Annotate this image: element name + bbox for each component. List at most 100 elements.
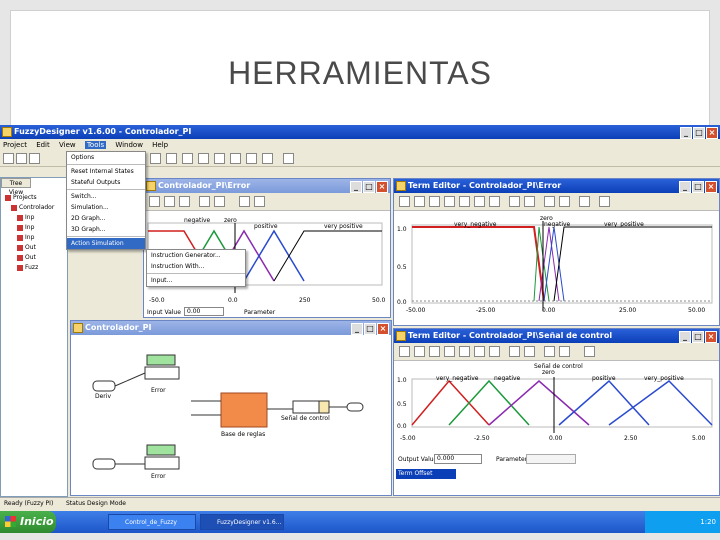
menu-item-simulation[interactable]: Simulation... bbox=[67, 202, 145, 213]
tool-icon[interactable] bbox=[199, 196, 210, 207]
editor3-titlebar[interactable]: Term Editor - Controlador_PI\Señal de co… bbox=[394, 329, 719, 343]
close-button[interactable]: × bbox=[706, 127, 718, 139]
tree-item[interactable]: Controlador bbox=[11, 204, 54, 211]
menu-window[interactable]: Window bbox=[115, 141, 143, 149]
tool-icon[interactable] bbox=[164, 196, 175, 207]
editor1-titlebar[interactable]: Controlador_PI\Error _ □ × bbox=[144, 179, 390, 193]
tool-icon[interactable] bbox=[414, 346, 425, 357]
menu-item-switch[interactable]: Switch... bbox=[67, 191, 145, 202]
tool-icon[interactable] bbox=[559, 196, 570, 207]
x-tick: 0.00 bbox=[549, 435, 563, 442]
term-offset-tab[interactable]: Term Offset bbox=[396, 469, 456, 479]
menu-edit[interactable]: Edit bbox=[36, 141, 50, 149]
tool-icon[interactable] bbox=[459, 196, 470, 207]
help-icon[interactable] bbox=[584, 346, 595, 357]
clock: 1:20 bbox=[700, 518, 716, 526]
tree-item[interactable]: Fuzz bbox=[17, 264, 38, 271]
tool-icon[interactable] bbox=[246, 153, 257, 164]
tool-icon[interactable] bbox=[509, 346, 520, 357]
menu-item-stateful[interactable]: Stateful Outputs bbox=[67, 177, 145, 188]
tool-icon[interactable] bbox=[474, 346, 485, 357]
tool-icon[interactable] bbox=[444, 346, 455, 357]
help-icon[interactable] bbox=[283, 153, 294, 164]
tool-icon[interactable] bbox=[524, 346, 535, 357]
tree-item[interactable]: Projects bbox=[5, 194, 37, 201]
term-label: positive bbox=[592, 375, 616, 382]
tool-icon[interactable] bbox=[198, 153, 209, 164]
block-label: Señal de control bbox=[281, 415, 330, 422]
slide-title: HERRAMIENTAS bbox=[228, 55, 492, 91]
taskbar-item-active[interactable]: FuzzyDesigner v1.6... bbox=[200, 514, 284, 530]
tool-icon[interactable] bbox=[254, 196, 265, 207]
taskbar-item[interactable]: Control_de_Fuzzy bbox=[108, 514, 196, 530]
tree-item[interactable]: Out bbox=[17, 244, 36, 251]
menu-tools[interactable]: Tools bbox=[84, 141, 107, 149]
tool-icon[interactable] bbox=[214, 153, 225, 164]
tool-icon[interactable] bbox=[399, 196, 410, 207]
app-titlebar[interactable]: FuzzyDesigner v1.6.00 - Controlador_PI _… bbox=[0, 125, 720, 139]
submenu-item[interactable]: Instruction Generator... bbox=[147, 250, 245, 261]
tool-icon[interactable] bbox=[182, 153, 193, 164]
tool-icon[interactable] bbox=[149, 196, 160, 207]
tool-icon[interactable] bbox=[230, 153, 241, 164]
diagram-window: Controlador_PI _ □ × Error Deriv Error Bas… bbox=[70, 320, 392, 496]
menu-help[interactable]: Help bbox=[152, 141, 168, 149]
tool-icon[interactable] bbox=[559, 346, 570, 357]
tool-icon[interactable] bbox=[544, 346, 555, 357]
tool-icon[interactable] bbox=[239, 196, 250, 207]
tool-icon[interactable] bbox=[262, 153, 273, 164]
tool-icon[interactable] bbox=[459, 346, 470, 357]
tool-icon[interactable] bbox=[179, 196, 190, 207]
menu-item-action-simulation[interactable]: Action Simulation bbox=[67, 238, 145, 249]
output-value-field[interactable]: 0.000 bbox=[434, 454, 482, 464]
parameter-field[interactable] bbox=[526, 454, 576, 464]
save-icon[interactable] bbox=[29, 153, 40, 164]
tree-item[interactable]: Out bbox=[17, 254, 36, 261]
submenu-item[interactable]: Input... bbox=[147, 275, 245, 286]
term-editor-error-small: Controlador_PI\Error _ □ × negative zero p… bbox=[143, 178, 391, 318]
tree-item[interactable]: Inp bbox=[17, 224, 34, 231]
editor2-titlebar[interactable]: Term Editor - Controlador_PI\Error _ □ × bbox=[394, 179, 719, 193]
menu-item-options[interactable]: Options bbox=[67, 152, 145, 163]
tool-icon[interactable] bbox=[444, 196, 455, 207]
tree-item[interactable]: Inp bbox=[17, 214, 34, 221]
menu-item-2d-graph[interactable]: 2D Graph... bbox=[67, 213, 145, 224]
diagram-canvas bbox=[92, 354, 364, 470]
menu-item-reset[interactable]: Reset Internal States bbox=[67, 166, 145, 177]
tool-icon[interactable] bbox=[489, 196, 500, 207]
tool-icon[interactable] bbox=[414, 196, 425, 207]
tool-icon[interactable] bbox=[579, 196, 590, 207]
tree-item[interactable]: Inp bbox=[17, 234, 34, 241]
tool-icon[interactable] bbox=[214, 196, 225, 207]
help-icon[interactable] bbox=[599, 196, 610, 207]
tool-icon[interactable] bbox=[399, 346, 410, 357]
diagram-titlebar[interactable]: Controlador_PI _ □ × bbox=[71, 321, 391, 335]
minimize-button[interactable]: _ bbox=[680, 127, 692, 139]
menu-item-3d-graph[interactable]: 3D Graph... bbox=[67, 224, 145, 235]
input-value-field[interactable]: 0.00 bbox=[184, 307, 224, 316]
editor2-toolbar bbox=[394, 193, 719, 211]
open-icon[interactable] bbox=[16, 153, 27, 164]
tool-icon[interactable] bbox=[429, 196, 440, 207]
x-tick: -2.50 bbox=[474, 435, 490, 442]
tool-icon[interactable] bbox=[489, 346, 500, 357]
tab-tree-view[interactable]: Tree View bbox=[1, 178, 31, 196]
term-label: negative bbox=[184, 217, 211, 224]
start-button[interactable]: Inicio bbox=[0, 511, 56, 533]
menu-project[interactable]: Project bbox=[3, 141, 27, 149]
new-icon[interactable] bbox=[3, 153, 14, 164]
y-tick: 0.5 bbox=[397, 264, 407, 271]
tool-icon[interactable] bbox=[524, 196, 535, 207]
x-tick: 50.0 bbox=[372, 297, 386, 304]
tool-icon[interactable] bbox=[150, 153, 161, 164]
y-tick: 0.0 bbox=[397, 423, 407, 430]
submenu-item[interactable]: Instruction With... bbox=[147, 261, 245, 272]
tool-icon[interactable] bbox=[544, 196, 555, 207]
tool-icon[interactable] bbox=[429, 346, 440, 357]
tool-icon[interactable] bbox=[166, 153, 177, 164]
x-tick: 5.00 bbox=[692, 435, 706, 442]
tool-icon[interactable] bbox=[474, 196, 485, 207]
tool-icon[interactable] bbox=[509, 196, 520, 207]
maximize-button[interactable]: □ bbox=[693, 127, 705, 139]
menu-view[interactable]: View bbox=[59, 141, 76, 149]
